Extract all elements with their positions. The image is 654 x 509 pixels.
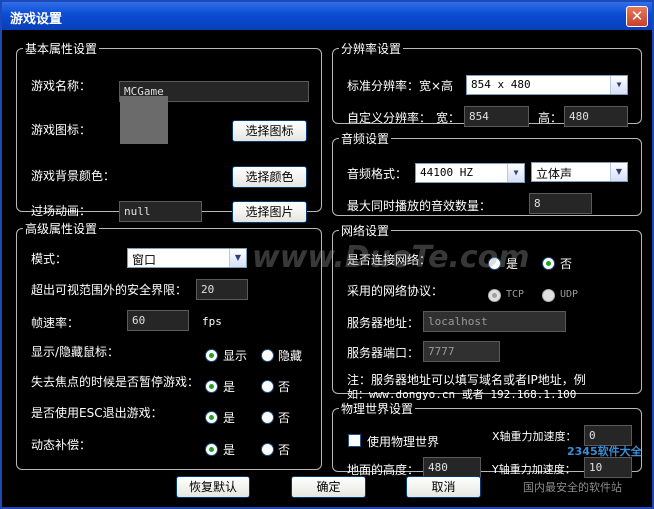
audio-format-value: 44100 HZ	[420, 166, 473, 179]
use-physics-checkbox[interactable]	[348, 434, 361, 447]
dialog-body: 基本属性设置 游戏名称： MCGame 游戏图标： 选择图标 游戏背景颜色： 选…	[2, 30, 652, 507]
esc-yes-label: 是	[223, 411, 236, 425]
std-resolution-value: 854 x 480	[471, 78, 531, 91]
mode-select-value: 窗口	[132, 253, 157, 267]
fps-label: 帧速率：	[31, 316, 80, 330]
fps-unit: fps	[202, 315, 222, 328]
width-label: 宽：	[436, 111, 461, 125]
watermark-logo: 2345软件大全	[567, 445, 642, 458]
ground-height-input[interactable]: 480	[423, 457, 481, 478]
safe-bounds-label: 超出可视范围外的安全界限：	[31, 283, 188, 297]
chevron-down-icon: ▼	[610, 163, 627, 181]
audio-channel-select[interactable]: 立体声 ▼	[531, 162, 628, 182]
mode-label: 模式：	[31, 252, 68, 266]
physics-legend: 物理世界设置	[341, 402, 414, 416]
tcp-label: TCP	[506, 289, 525, 300]
game-icon-label: 游戏图标：	[31, 123, 92, 137]
y-gravity-input[interactable]: 10	[584, 457, 632, 478]
udp-radio[interactable]	[542, 289, 555, 302]
mouse-hide-radio[interactable]	[261, 349, 274, 362]
height-label: 高：	[538, 111, 563, 125]
use-physics-label: 使用物理世界	[367, 435, 440, 449]
mouse-show-label: 显示	[223, 349, 248, 363]
width-input[interactable]: 854	[464, 106, 529, 127]
audio-format-select[interactable]: 44100 HZ ▼	[415, 163, 525, 183]
x-gravity-label: X轴重力加速度：	[492, 430, 577, 443]
watermark-text: www.DuoTe.com	[252, 240, 530, 275]
esc-label: 是否使用ESC退出游戏：	[31, 406, 163, 420]
chevron-down-icon: ▼	[610, 76, 627, 94]
restore-default-button[interactable]: 恢复默认	[176, 476, 250, 498]
std-resolution-select[interactable]: 854 x 480 ▼	[466, 75, 628, 95]
advanced-settings-legend: 高级属性设置	[25, 222, 98, 236]
resolution-group: 分辨率设置 标准分辨率：宽×高 854 x 480 ▼ 自定义分辨率： 宽： 8…	[332, 40, 642, 127]
resolution-legend: 分辨率设置	[341, 42, 402, 56]
pause-yes-radio[interactable]	[205, 380, 218, 393]
network-legend: 网络设置	[341, 224, 390, 238]
transition-input[interactable]: null	[119, 201, 202, 222]
dialog-window: 游戏设置 ✕ 基本属性设置 游戏名称： MCGame 游戏图标： 选择图标 游戏…	[0, 0, 654, 509]
esc-yes-radio[interactable]	[205, 411, 218, 424]
compensation-yes-radio[interactable]	[205, 443, 218, 456]
mouse-hide-label: 隐藏	[278, 349, 303, 363]
cancel-button[interactable]: 取消	[406, 476, 481, 498]
audio-group: 音频设置 音频格式： 44100 HZ ▼ 立体声 ▼ 最大同时播放的音效数量：…	[332, 130, 642, 216]
game-icon-preview	[120, 96, 168, 144]
compensation-no-radio[interactable]	[261, 443, 274, 456]
chevron-down-icon: ▼	[507, 164, 524, 182]
pause-label: 失去焦点的时候是否暂停游戏：	[31, 375, 200, 389]
tcp-radio[interactable]	[488, 289, 501, 302]
protocol-label: 采用的网络协议：	[347, 284, 444, 298]
server-address-input[interactable]: localhost	[423, 311, 566, 332]
audio-channel-value: 立体声	[536, 167, 573, 181]
window-title: 游戏设置	[10, 12, 63, 27]
compensation-no-label: 否	[278, 443, 291, 457]
max-sounds-input[interactable]: 8	[529, 193, 592, 214]
y-gravity-label: Y轴重力加速度：	[492, 463, 576, 476]
game-name-label: 游戏名称：	[31, 79, 92, 93]
custom-resolution-label: 自定义分辨率：	[347, 111, 432, 125]
udp-label: UDP	[560, 289, 579, 300]
pause-no-label: 否	[278, 380, 291, 394]
title-bar[interactable]: 游戏设置 ✕	[2, 2, 652, 30]
choose-icon-button[interactable]: 选择图标	[232, 120, 307, 142]
pause-no-radio[interactable]	[261, 380, 274, 393]
close-button[interactable]: ✕	[626, 6, 648, 27]
mouse-label: 显示/隐藏鼠标：	[31, 345, 120, 359]
connect-no-radio[interactable]	[542, 257, 555, 270]
esc-no-radio[interactable]	[261, 411, 274, 424]
chevron-down-icon: ▼	[229, 249, 246, 267]
watermark-site: 国内最安全的软件站	[523, 481, 622, 494]
height-input[interactable]: 480	[564, 106, 628, 127]
connect-no-label: 否	[560, 257, 573, 271]
std-resolution-label: 标准分辨率：宽×高	[347, 79, 454, 93]
audio-legend: 音频设置	[341, 132, 390, 146]
transition-label: 过场动画：	[31, 204, 92, 218]
server-address-label: 服务器地址：	[347, 316, 420, 330]
pause-yes-label: 是	[223, 380, 236, 394]
ok-button[interactable]: 确定	[291, 476, 366, 498]
compensation-yes-label: 是	[223, 443, 236, 457]
bg-color-label: 游戏背景颜色：	[31, 169, 116, 183]
choose-color-button[interactable]: 选择颜色	[232, 166, 307, 188]
close-icon: ✕	[630, 7, 644, 25]
safe-bounds-input[interactable]: 20	[196, 279, 248, 300]
compensation-label: 动态补偿：	[31, 438, 92, 452]
server-port-input[interactable]: 7777	[423, 341, 500, 362]
physics-group: 物理世界设置 使用物理世界 X轴重力加速度： 0 地面的高度： 480 Y轴重力…	[332, 400, 642, 478]
esc-no-label: 否	[278, 411, 291, 425]
fps-input[interactable]: 60	[127, 310, 189, 331]
basic-settings-group: 基本属性设置 游戏名称： MCGame 游戏图标： 选择图标 游戏背景颜色： 选…	[16, 40, 322, 223]
mouse-show-radio[interactable]	[205, 349, 218, 362]
mode-select[interactable]: 窗口 ▼	[127, 248, 247, 268]
basic-settings-legend: 基本属性设置	[25, 42, 98, 56]
server-port-label: 服务器端口：	[347, 346, 420, 360]
audio-format-label: 音频格式：	[347, 167, 408, 181]
max-sounds-label: 最大同时播放的音效数量：	[347, 199, 492, 213]
